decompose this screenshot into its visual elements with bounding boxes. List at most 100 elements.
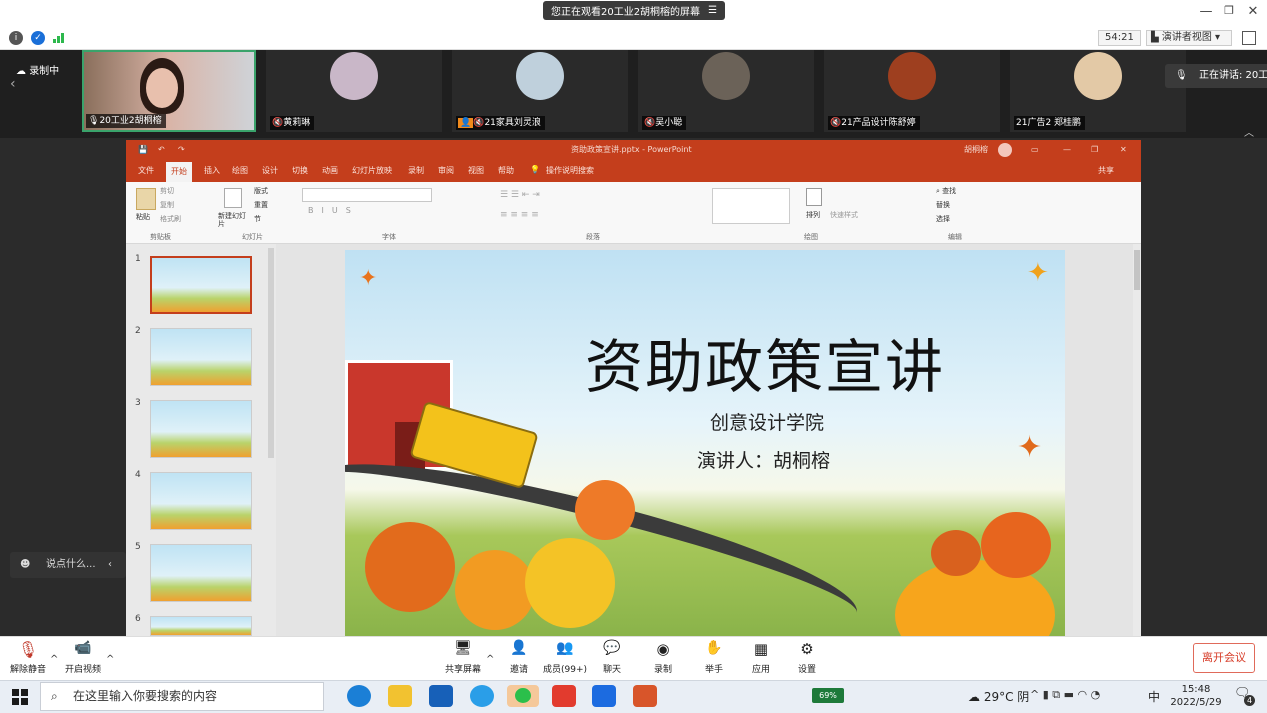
notification-icon[interactable]: 🗨 4 bbox=[1234, 686, 1255, 706]
align-icon[interactable]: ≡ ≡ ≡ ≡ bbox=[500, 210, 539, 220]
wechat-icon[interactable] bbox=[507, 685, 539, 707]
tab-help[interactable]: 帮助 bbox=[498, 165, 514, 176]
participant-tile[interactable]: 👤 🔇21家具刘灵浪 bbox=[452, 50, 628, 132]
emoji-icon[interactable]: ☻ bbox=[20, 552, 30, 578]
tab-insert[interactable]: 插入 bbox=[204, 165, 220, 176]
apps-button[interactable]: ▦ 应用 bbox=[736, 640, 786, 675]
participant-tile[interactable]: 🔇黄莉琳 bbox=[266, 50, 442, 132]
slide-thumbnail[interactable] bbox=[150, 544, 252, 602]
ribbon-display-icon[interactable]: ▭ bbox=[1031, 140, 1039, 160]
section-button[interactable]: 节 bbox=[254, 214, 261, 224]
tab-view[interactable]: 视图 bbox=[468, 165, 484, 176]
leave-meeting-button[interactable]: 离开会议 bbox=[1193, 643, 1255, 673]
slide-scrollbar[interactable] bbox=[1133, 244, 1141, 636]
list-icon[interactable]: ☰ ☰ ⇤ ⇥ bbox=[500, 190, 540, 200]
chevron-up-icon[interactable]: ^ bbox=[106, 654, 114, 665]
arrange-button[interactable]: 排列 bbox=[806, 210, 820, 220]
slide-thumbnail[interactable] bbox=[150, 328, 252, 386]
redo-icon[interactable]: ↷ bbox=[178, 140, 185, 160]
wps-icon[interactable] bbox=[552, 685, 576, 707]
shield-icon[interactable]: ✓ bbox=[31, 31, 45, 45]
screen-share-banner[interactable]: 您正在观看20工业2胡桐榕的屏幕 ☰ bbox=[543, 1, 725, 20]
cut-button[interactable]: 剪切 bbox=[160, 186, 174, 196]
close-icon[interactable]: ✕ bbox=[1120, 140, 1127, 160]
new-slide-button[interactable]: 新建幻灯片 bbox=[218, 212, 248, 228]
current-slide[interactable]: ✦ ✦ ✦ 资助政策宣讲 创意设计学院 演讲人：胡桐榕 bbox=[345, 250, 1065, 636]
tab-slideshow[interactable]: 幻灯片放映 bbox=[352, 165, 392, 176]
minimize-icon[interactable]: — bbox=[1063, 140, 1071, 160]
tell-me-search[interactable]: 操作说明搜索 bbox=[546, 165, 594, 176]
chevron-left-icon[interactable]: ‹ bbox=[10, 76, 16, 92]
copy-button[interactable]: 复制 bbox=[160, 200, 174, 210]
raise-hand-button[interactable]: ✋ 举手 bbox=[689, 640, 739, 675]
share-button[interactable]: 共享 bbox=[1098, 165, 1114, 176]
font-name-select[interactable] bbox=[302, 188, 432, 202]
record-button[interactable]: ◉ 录制 bbox=[638, 640, 688, 675]
slide-thumbnail[interactable] bbox=[150, 616, 252, 636]
chevron-left-icon[interactable]: ‹ bbox=[108, 552, 112, 578]
ie-icon[interactable] bbox=[470, 685, 494, 707]
edge-icon[interactable] bbox=[347, 685, 371, 707]
font-format-buttons[interactable]: BIUS bbox=[308, 206, 359, 215]
share-screen-button[interactable]: 🖥 共享屏幕 bbox=[438, 640, 488, 675]
settings-button[interactable]: ⚙ 设置 bbox=[782, 640, 832, 675]
participant-tile[interactable]: 21广告2 郑桂鹏 bbox=[1010, 50, 1186, 132]
signal-icon[interactable] bbox=[53, 33, 65, 43]
save-icon[interactable]: 💾 bbox=[138, 140, 148, 160]
layout-button[interactable]: 版式 bbox=[254, 186, 268, 196]
avatar[interactable] bbox=[998, 143, 1012, 157]
replace-button[interactable]: 替换 bbox=[936, 200, 950, 210]
shapes-gallery[interactable] bbox=[712, 188, 790, 224]
minimize-icon[interactable]: — bbox=[1196, 4, 1216, 19]
arrange-icon[interactable] bbox=[806, 188, 822, 206]
mail-icon[interactable] bbox=[429, 685, 453, 707]
tab-review[interactable]: 审阅 bbox=[438, 165, 454, 176]
participant-tile[interactable]: 🔇吴小聪 bbox=[638, 50, 814, 132]
reset-button[interactable]: 重置 bbox=[254, 200, 268, 210]
start-video-button[interactable]: 📹 开启视频 bbox=[58, 640, 108, 675]
meeting-app-icon[interactable] bbox=[592, 685, 616, 707]
find-button[interactable]: ⌕ 查找 bbox=[936, 186, 956, 196]
unmute-button[interactable]: 🎙 解除静音 bbox=[3, 640, 53, 675]
format-painter-button[interactable]: 格式刷 bbox=[160, 214, 181, 224]
tab-transitions[interactable]: 切换 bbox=[292, 165, 308, 176]
quick-styles-button[interactable]: 快速样式 bbox=[830, 210, 858, 220]
new-slide-icon[interactable] bbox=[224, 188, 242, 208]
menu-icon[interactable]: ☰ bbox=[708, 5, 717, 16]
chat-input[interactable]: ☻ 说点什么... ‹ bbox=[10, 552, 126, 578]
info-icon[interactable]: i bbox=[9, 31, 23, 45]
taskbar-search-input[interactable]: ⌕ 在这里输入你要搜索的内容 bbox=[40, 682, 324, 711]
paste-icon[interactable] bbox=[136, 188, 156, 210]
tab-design[interactable]: 设计 bbox=[262, 165, 278, 176]
slide-thumbnail[interactable] bbox=[150, 400, 252, 458]
tab-record[interactable]: 录制 bbox=[408, 165, 424, 176]
file-explorer-icon[interactable] bbox=[388, 685, 412, 707]
thumbnail-scrollbar[interactable] bbox=[268, 248, 274, 458]
windows-start-icon[interactable] bbox=[12, 689, 28, 705]
view-mode-dropdown[interactable]: ▙ 演讲者视图 ▾ bbox=[1146, 30, 1232, 46]
restore-icon[interactable]: ❐ bbox=[1091, 140, 1098, 160]
powerpoint-icon[interactable] bbox=[633, 685, 657, 707]
undo-icon[interactable]: ↶ bbox=[158, 140, 165, 160]
ime-indicator[interactable]: 中 bbox=[1148, 688, 1160, 705]
system-tray-icons[interactable]: ^ ▮ ⧉ ▬ ◠ ◔ bbox=[1030, 688, 1100, 702]
slide-thumbnail[interactable] bbox=[150, 256, 252, 314]
invite-button[interactable]: 👤 邀请 bbox=[494, 640, 544, 675]
restore-icon[interactable]: ❐ bbox=[1219, 4, 1239, 17]
battery-indicator[interactable]: 69% bbox=[812, 688, 844, 703]
paste-button[interactable]: 粘贴 bbox=[136, 212, 150, 222]
chevron-up-icon[interactable]: ︿ bbox=[1244, 124, 1254, 139]
members-button[interactable]: 👥 成员(99+) bbox=[540, 640, 590, 675]
fullscreen-icon[interactable] bbox=[1242, 31, 1256, 45]
tab-animations[interactable]: 动画 bbox=[322, 165, 338, 176]
chat-button[interactable]: 💬 聊天 bbox=[587, 640, 637, 675]
weather-widget[interactable]: ☁ 29°C 阴 bbox=[968, 688, 1029, 705]
tab-home[interactable]: 开始 bbox=[166, 162, 192, 182]
close-icon[interactable]: ✕ bbox=[1243, 4, 1263, 19]
participant-tile[interactable]: 🔇21产品设计陈舒婷 bbox=[824, 50, 1000, 132]
scrollbar-thumb[interactable] bbox=[1134, 250, 1140, 290]
self-video-tile[interactable]: 🎙20工业2胡桐榕 bbox=[82, 50, 256, 132]
taskbar-clock[interactable]: 15:48 2022/5/29 bbox=[1168, 683, 1224, 709]
tab-draw[interactable]: 绘图 bbox=[232, 165, 248, 176]
tab-file[interactable]: 文件 bbox=[138, 165, 154, 176]
